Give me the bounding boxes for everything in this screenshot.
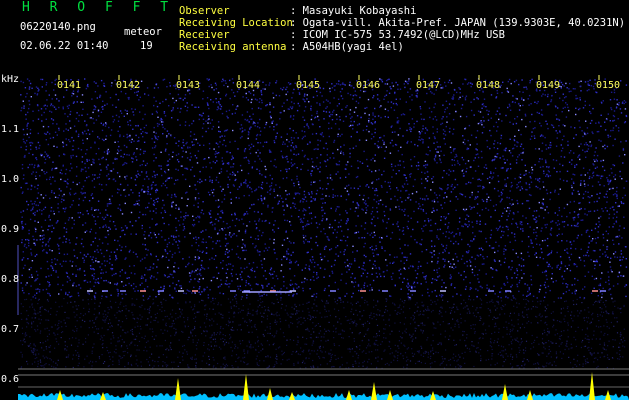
meteor-label: meteor [124, 26, 162, 38]
time-tick-0148: 0148 [476, 80, 501, 91]
y-tick-1-0: 1.0 [1, 174, 20, 185]
time-tick-0147: 0147 [416, 80, 441, 91]
y-tick-1-1: 1.1 [1, 124, 20, 135]
info-key-observer: Observer [179, 5, 230, 17]
time-tick-0142: 0142 [116, 80, 141, 91]
time-tick-0141: 0141 [57, 80, 82, 91]
info-key-receiver: Receiver [179, 29, 230, 41]
info-value-receiver: : ICOM IC-575 53.7492(@LCD)MHz USB [290, 29, 505, 41]
time-tick-0143: 0143 [176, 80, 201, 91]
info-key-antenna: Receiving antenna [179, 41, 287, 53]
info-key-location: Receiving Location [179, 17, 293, 29]
meteor-count: 19 [140, 40, 153, 52]
y-tick-0-9: 0.9 [1, 224, 20, 235]
header-panel: H R O F F T 06220140.png meteor 02.06.22… [0, 0, 629, 75]
time-tick-0149: 0149 [536, 80, 561, 91]
time-tick-0144: 0144 [236, 80, 261, 91]
filename: 06220140.png [20, 21, 96, 33]
datetime: 02.06.22 01:40 [20, 40, 109, 52]
y-tick-0-8: 0.8 [1, 274, 20, 285]
info-value-antenna: : A504HB(yagi 4el) [290, 41, 404, 53]
info-value-observer: : Masayuki Kobayashi [290, 5, 417, 17]
y-tick-0-6: 0.6 [1, 374, 20, 385]
unit-label: kHz [1, 74, 20, 85]
y-tick-0-7: 0.7 [1, 324, 20, 335]
info-value-location: : Ogata-vill. Akita-Pref. JAPAN (139.930… [290, 17, 626, 29]
app-logo: H R O F F T [22, 0, 175, 15]
spectrogram [0, 75, 629, 400]
time-tick-0145: 0145 [296, 80, 321, 91]
time-tick-0146: 0146 [356, 80, 381, 91]
time-tick-0150: 0150 [596, 80, 621, 91]
